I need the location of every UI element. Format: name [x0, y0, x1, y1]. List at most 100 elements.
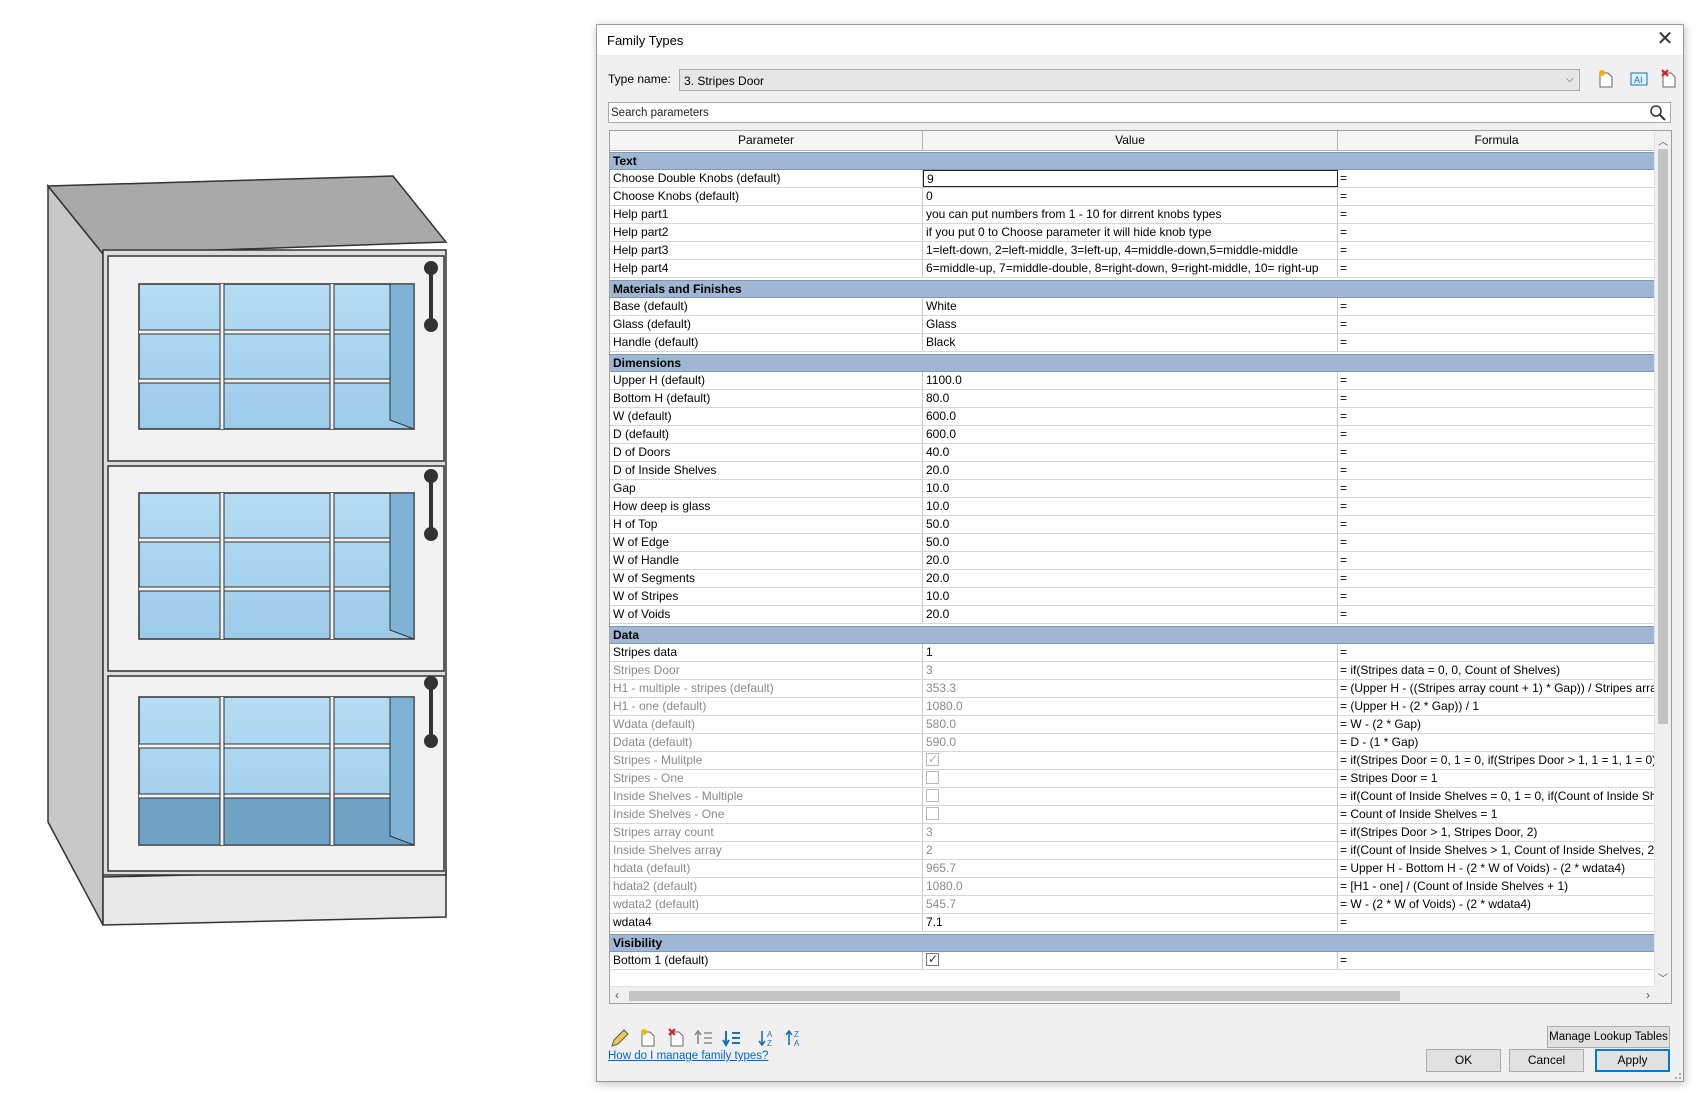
parameter-value[interactable]: 0 [923, 188, 1338, 205]
parameter-name[interactable]: W of Segments [610, 570, 923, 587]
parameter-name[interactable]: Bottom H (default) [610, 390, 923, 407]
parameter-name[interactable]: Inside Shelves array [610, 842, 923, 859]
delete-type-icon[interactable] [1656, 67, 1682, 91]
parameter-name[interactable]: D of Inside Shelves [610, 462, 923, 479]
parameter-name[interactable]: Gap [610, 480, 923, 497]
resize-grip-icon[interactable] [1670, 1068, 1682, 1080]
parameter-formula[interactable]: = [1338, 206, 1655, 223]
parameter-formula[interactable]: = if(Stripes Door > 1, Stripes Door, 2) [1338, 824, 1655, 841]
parameter-row[interactable]: Ddata (default) 590.0 = D - (1 * Gap) [610, 734, 1655, 752]
parameter-row[interactable]: Inside Shelves - Multiple = if(Count of I… [610, 788, 1655, 806]
parameter-name[interactable]: Inside Shelves - One [610, 806, 923, 823]
parameter-formula[interactable]: = [1338, 390, 1655, 407]
parameter-value[interactable]: 80.0 [923, 390, 1338, 407]
edit-parameter-icon[interactable] [608, 1026, 632, 1050]
new-parameter-icon[interactable] [636, 1026, 660, 1050]
parameter-row[interactable]: Handle (default) Black = [610, 334, 1655, 352]
parameter-name[interactable]: Bottom 1 (default) [610, 952, 923, 969]
parameter-formula[interactable]: = W - (2 * Gap) [1338, 716, 1655, 733]
parameter-formula[interactable]: = W - (2 * W of Voids) - (2 * wdata4) [1338, 896, 1655, 913]
vertical-scrollbar[interactable]: ︿ ﹀ [1654, 131, 1671, 987]
vertical-scroll-thumb[interactable] [1658, 149, 1668, 724]
parameter-row[interactable]: Help part2 if you put 0 to Choose paramet… [610, 224, 1655, 242]
scroll-right-icon[interactable]: › [1646, 988, 1650, 1002]
parameter-name[interactable]: W of Handle [610, 552, 923, 569]
parameter-name[interactable]: D (default) [610, 426, 923, 443]
parameter-value[interactable]: 1 [923, 644, 1338, 661]
column-header-value[interactable]: Value [923, 131, 1338, 151]
parameter-formula[interactable]: = (Upper H - ((Stripes array count + 1) … [1338, 680, 1655, 697]
parameter-name[interactable]: Stripes data [610, 644, 923, 661]
parameter-row[interactable]: Wdata (default) 580.0 = W - (2 * Gap) [610, 716, 1655, 734]
parameter-row[interactable]: Stripes - One = Stripes Door = 1 [610, 770, 1655, 788]
parameter-formula[interactable]: = if(Count of Inside Shelves > 1, Count … [1338, 842, 1655, 859]
parameter-value[interactable]: if you put 0 to Choose parameter it will… [923, 224, 1338, 241]
parameter-name[interactable]: hdata (default) [610, 860, 923, 877]
parameter-formula[interactable]: = [1338, 408, 1655, 425]
parameter-row[interactable]: D of Inside Shelves 20.0 = [610, 462, 1655, 480]
parameter-formula[interactable]: = Stripes Door = 1 [1338, 770, 1655, 787]
parameter-name[interactable]: Help part4 [610, 260, 923, 277]
parameter-formula[interactable]: = [1338, 534, 1655, 551]
parameter-row[interactable]: Inside Shelves - One = Count of Inside Sh… [610, 806, 1655, 824]
parameter-formula[interactable]: = [1338, 426, 1655, 443]
parameter-value[interactable]: 20.0 [923, 462, 1338, 479]
parameter-formula[interactable]: = [1338, 516, 1655, 533]
parameter-row[interactable]: Glass (default) Glass = [610, 316, 1655, 334]
parameter-formula[interactable]: = [1338, 298, 1655, 315]
parameter-row[interactable]: W of Segments 20.0 = [610, 570, 1655, 588]
parameter-formula[interactable]: = [1338, 644, 1655, 661]
parameter-row[interactable]: hdata2 (default) 1080.0 = [H1 - one] / (Co… [610, 878, 1655, 896]
parameter-row[interactable]: H1 - multiple - stripes (default) 353.3 = … [610, 680, 1655, 698]
horizontal-scroll-thumb[interactable] [629, 991, 1400, 1001]
sort-ascending-icon[interactable]: A Z [756, 1026, 780, 1050]
parameter-row[interactable]: Help part1 you can put numbers from 1 - 1… [610, 206, 1655, 224]
parameter-value[interactable]: 10.0 [923, 498, 1338, 515]
parameter-value[interactable]: 7.1 [923, 914, 1338, 931]
parameter-value[interactable]: 50.0 [923, 516, 1338, 533]
parameter-formula[interactable]: = Upper H - Bottom H - (2 * W of Voids) … [1338, 860, 1655, 877]
new-type-icon[interactable] [1594, 67, 1620, 91]
group-header[interactable]: Dimensions [610, 354, 1655, 372]
rename-type-icon[interactable]: AI [1626, 67, 1652, 91]
parameter-row[interactable]: Choose Double Knobs (default) 9 = [610, 170, 1655, 188]
parameter-name[interactable]: Choose Double Knobs (default) [610, 170, 923, 187]
parameter-formula[interactable]: = [1338, 462, 1655, 479]
parameter-name[interactable]: How deep is glass [610, 498, 923, 515]
parameter-name[interactable]: H of Top [610, 516, 923, 533]
parameter-name[interactable]: hdata2 (default) [610, 878, 923, 895]
delete-parameter-icon[interactable] [664, 1026, 688, 1050]
parameter-row[interactable]: Gap 10.0 = [610, 480, 1655, 498]
parameter-name[interactable]: Help part1 [610, 206, 923, 223]
search-input[interactable] [611, 105, 1641, 121]
parameter-row[interactable]: hdata (default) 965.7 = Upper H - Bottom H… [610, 860, 1655, 878]
parameter-row[interactable]: Upper H (default) 1100.0 = [610, 372, 1655, 390]
type-name-dropdown[interactable]: 3. Stripes Door ⌵ [679, 69, 1580, 91]
parameter-formula[interactable]: = [1338, 588, 1655, 605]
parameter-formula[interactable]: = [1338, 952, 1655, 969]
search-icon[interactable] [1649, 104, 1667, 122]
parameter-row[interactable]: Bottom 1 (default) = [610, 952, 1655, 970]
parameter-name[interactable]: D of Doors [610, 444, 923, 461]
help-link[interactable]: How do I manage family types? [608, 1050, 768, 1062]
parameter-formula[interactable]: = if(Count of Inside Shelves = 0, 1 = 0,… [1338, 788, 1655, 805]
parameter-name[interactable]: Choose Knobs (default) [610, 188, 923, 205]
parameter-name[interactable]: Stripes array count [610, 824, 923, 841]
parameter-formula[interactable]: = [1338, 316, 1655, 333]
parameter-formula[interactable]: = [1338, 570, 1655, 587]
manage-lookup-tables-button[interactable]: Manage Lookup Tables [1547, 1026, 1670, 1048]
parameter-formula[interactable]: = [1338, 242, 1655, 259]
parameter-formula[interactable]: = [1338, 170, 1655, 187]
parameter-formula[interactable]: = Count of Inside Shelves = 1 [1338, 806, 1655, 823]
parameter-row[interactable]: W of Stripes 10.0 = [610, 588, 1655, 606]
parameter-formula[interactable]: = (Upper H - (2 * Gap)) / 1 [1338, 698, 1655, 715]
parameter-formula[interactable]: = [1338, 606, 1655, 623]
parameter-formula[interactable]: = [1338, 224, 1655, 241]
parameter-name[interactable]: Stripes Door [610, 662, 923, 679]
parameter-row[interactable]: wdata4 7.1 = [610, 914, 1655, 932]
sort-descending-icon[interactable]: Z A [783, 1026, 807, 1050]
group-header[interactable]: Text [610, 152, 1655, 170]
parameter-row[interactable]: Stripes data 1 = [610, 644, 1655, 662]
parameter-name[interactable]: W of Stripes [610, 588, 923, 605]
parameter-name[interactable]: W of Edge [610, 534, 923, 551]
